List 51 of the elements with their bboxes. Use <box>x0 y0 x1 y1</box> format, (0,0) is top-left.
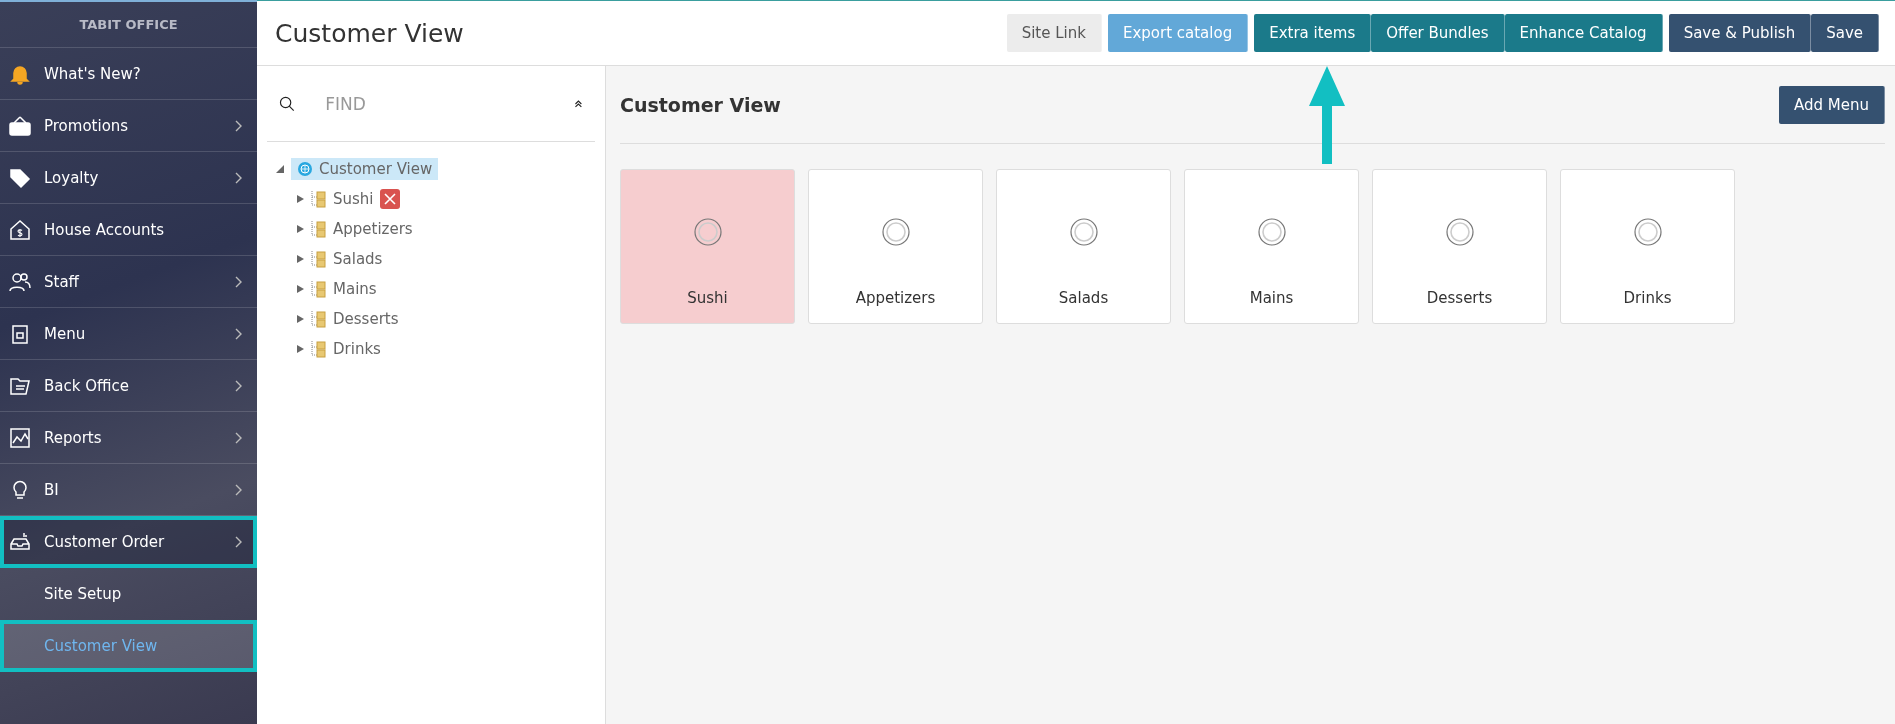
toolbar-button[interactable]: Save <box>1811 14 1879 52</box>
tree-item[interactable]: Drinks <box>333 340 381 358</box>
house-icon <box>8 217 32 242</box>
circle-placeholder-icon <box>1069 218 1098 246</box>
folder-tree-icon <box>311 339 327 359</box>
add-menu-button[interactable]: Add Menu <box>1779 85 1885 124</box>
tree-item[interactable]: Salads <box>333 250 383 268</box>
globe-icon <box>297 161 313 177</box>
toolbar-button[interactable]: Extra items <box>1254 14 1372 52</box>
sidebar-item[interactable]: Loyalty <box>0 152 257 204</box>
folder-tree-icon <box>311 279 327 299</box>
sidebar-item[interactable]: What's New? <box>0 48 257 100</box>
folder-tree-icon <box>311 309 327 329</box>
collapse-all-icon[interactable] <box>574 97 583 110</box>
folder-tree-icon <box>311 249 327 269</box>
chart-icon <box>8 425 32 450</box>
expand-triangle-icon[interactable] <box>295 224 305 234</box>
expand-triangle-icon[interactable] <box>295 344 305 354</box>
folder-tree-icon <box>311 189 327 209</box>
tree-item[interactable]: Appetizers <box>333 220 413 238</box>
menu-card[interactable]: Appetizers <box>808 169 983 324</box>
expand-triangle-icon[interactable] <box>295 314 305 324</box>
expand-triangle-icon[interactable] <box>295 194 305 204</box>
folder-tree-icon <box>311 219 327 239</box>
circle-placeholder-icon <box>1633 218 1662 246</box>
collapse-triangle-icon[interactable] <box>275 164 285 174</box>
toolbar-button[interactable]: Offer Bundles <box>1371 14 1505 52</box>
sale-sign-icon <box>8 113 32 138</box>
menu-card[interactable]: Mains <box>1184 169 1359 324</box>
toolbar-button[interactable]: Save & Publish <box>1668 14 1812 52</box>
circle-placeholder-icon <box>693 218 722 246</box>
sidebar-item[interactable]: Customer Order <box>0 516 257 568</box>
page-title: Customer View <box>275 18 465 48</box>
menu-card[interactable]: Drinks <box>1560 169 1735 324</box>
menu-card[interactable]: Salads <box>996 169 1171 324</box>
expand-triangle-icon[interactable] <box>295 284 305 294</box>
toolbar-button[interactable]: Site Link <box>1006 14 1102 52</box>
menu-card[interactable]: Desserts <box>1372 169 1547 324</box>
circle-placeholder-icon <box>1257 218 1286 246</box>
toolbar-button[interactable]: Enhance Catalog <box>1504 14 1663 52</box>
circle-placeholder-icon <box>881 218 910 246</box>
tree-item[interactable]: Mains <box>333 280 377 298</box>
tree-item[interactable]: Sushi <box>333 190 374 208</box>
tree-item[interactable]: Desserts <box>333 310 399 328</box>
expand-triangle-icon[interactable] <box>295 254 305 264</box>
sidebar-item[interactable]: Promotions <box>0 100 257 152</box>
tree-root-item[interactable]: Customer View <box>291 158 439 180</box>
sidebar-subitem[interactable]: Site Setup <box>0 568 257 620</box>
section-title: Customer View <box>620 93 781 116</box>
menu-card[interactable]: Sushi <box>620 169 795 324</box>
circle-placeholder-icon <box>1445 218 1474 246</box>
